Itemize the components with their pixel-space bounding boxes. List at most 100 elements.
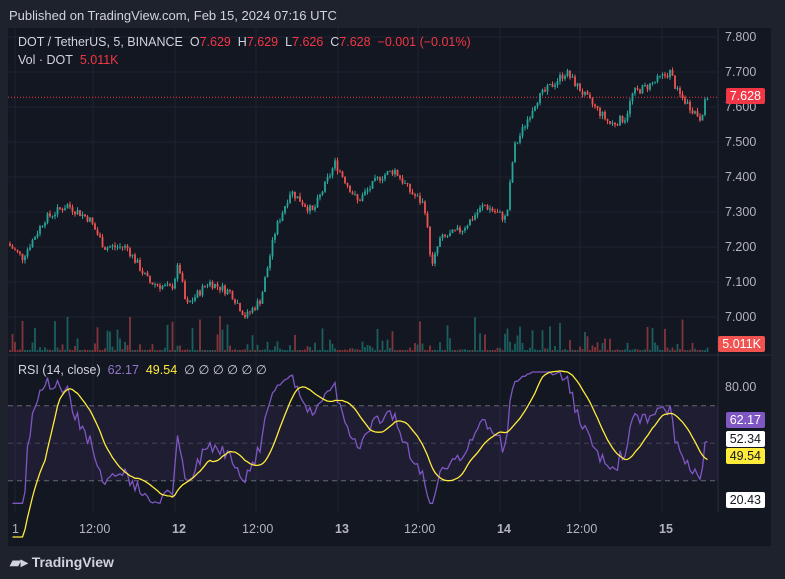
volume-bar — [39, 347, 41, 352]
candle-body — [271, 239, 274, 257]
candle-body — [209, 281, 211, 286]
rsi-axis-label: 80.00 — [725, 380, 757, 394]
price-axis-label: 7.700 — [725, 65, 757, 79]
price-axis-label: 7.500 — [725, 135, 757, 149]
candle-body — [136, 259, 139, 263]
volume-bar — [84, 349, 86, 352]
candle-body — [549, 83, 551, 86]
candle-body — [254, 308, 256, 310]
candle-body — [366, 189, 369, 192]
candle-body — [601, 111, 604, 116]
symbol-name[interactable]: DOT / TetherUS, 5, BINANCE — [18, 35, 183, 49]
price-axis-label: 7.400 — [725, 170, 757, 184]
volume-bar — [36, 349, 39, 352]
volume-bar — [304, 349, 306, 352]
volume-bar — [521, 342, 524, 352]
volume-bar — [629, 349, 631, 352]
volume-bar — [464, 349, 466, 352]
rsi-ma-tag: 49.54 — [725, 448, 765, 464]
candle-body — [314, 207, 316, 210]
candle-body — [121, 246, 124, 248]
candle-body — [361, 194, 364, 201]
candle-body — [231, 291, 234, 300]
candle-body — [166, 284, 169, 286]
volume-bar — [59, 349, 61, 352]
candle-body — [304, 204, 306, 207]
volume-bar — [476, 349, 479, 352]
volume-bar — [596, 342, 599, 352]
candle-body — [526, 119, 529, 127]
candle-body — [109, 246, 111, 248]
volume-bar — [424, 349, 426, 352]
candle-body — [256, 300, 259, 310]
volume-bar — [514, 343, 516, 352]
candle-body — [321, 191, 324, 195]
candle-body — [159, 285, 161, 289]
tradingview-logo[interactable]: ▰▸ TradingView — [10, 554, 114, 571]
candle-body — [71, 207, 74, 212]
candle-body — [591, 98, 594, 105]
volume-bar — [594, 347, 596, 352]
candle-body — [519, 135, 521, 143]
candle-body — [44, 222, 46, 227]
candle-body — [39, 226, 41, 234]
volume-bar — [286, 349, 289, 352]
candle-body — [124, 245, 126, 248]
volume-bar — [24, 349, 26, 352]
candle-body — [341, 171, 344, 177]
price-axis-label: 7.300 — [725, 205, 757, 219]
candle-body — [9, 243, 11, 246]
candle-body — [391, 170, 394, 175]
candle-body — [239, 303, 241, 312]
candle-body — [446, 236, 449, 238]
candle-body — [336, 160, 339, 172]
candle-body — [411, 192, 414, 195]
volume-bar — [466, 349, 469, 352]
volume-tag: 5.011K — [718, 336, 765, 352]
volume-bar — [579, 346, 581, 352]
volume-bar — [174, 349, 176, 352]
volume-bar — [661, 349, 664, 352]
candle-body — [409, 183, 411, 193]
candle-body — [659, 75, 661, 77]
chart-canvas[interactable] — [0, 0, 785, 579]
volume-bar — [216, 334, 219, 352]
candle-body — [496, 212, 499, 213]
volume-bar — [704, 349, 706, 352]
candle-body — [704, 99, 706, 115]
volume-bar — [71, 349, 74, 352]
candle-body — [454, 229, 456, 231]
candle-body — [219, 286, 221, 291]
price-axis-label: 7.800 — [725, 30, 757, 44]
candle-body — [61, 208, 64, 211]
volume-bar — [266, 341, 269, 352]
candle-body — [334, 160, 336, 169]
candle-body — [399, 175, 401, 179]
volume-bar — [349, 348, 351, 352]
volume-bar — [189, 349, 191, 352]
volume-bar — [224, 350, 226, 352]
volume-bar — [204, 349, 206, 352]
volume-bar — [694, 348, 696, 352]
candle-body — [149, 276, 151, 283]
volume-bar — [439, 342, 441, 352]
volume-bar — [554, 346, 556, 352]
candle-body — [79, 210, 81, 216]
volume-bar — [674, 349, 676, 352]
price-axis-label: 7.100 — [725, 275, 757, 289]
volume-bar — [411, 349, 414, 352]
volume-bar — [126, 345, 129, 352]
volume-bar — [396, 349, 399, 352]
volume-bar — [401, 349, 404, 352]
volume-bar — [589, 349, 591, 352]
candle-body — [586, 91, 589, 95]
volume-bar — [584, 332, 586, 352]
volume-bar — [384, 349, 386, 352]
volume-bar — [581, 348, 584, 352]
candle-body — [444, 234, 446, 237]
volume-bar — [626, 342, 629, 352]
time-axis-label: 12:00 — [242, 522, 274, 536]
candle-body — [494, 210, 496, 213]
candle-body — [396, 169, 399, 176]
volume-bar — [64, 349, 66, 352]
